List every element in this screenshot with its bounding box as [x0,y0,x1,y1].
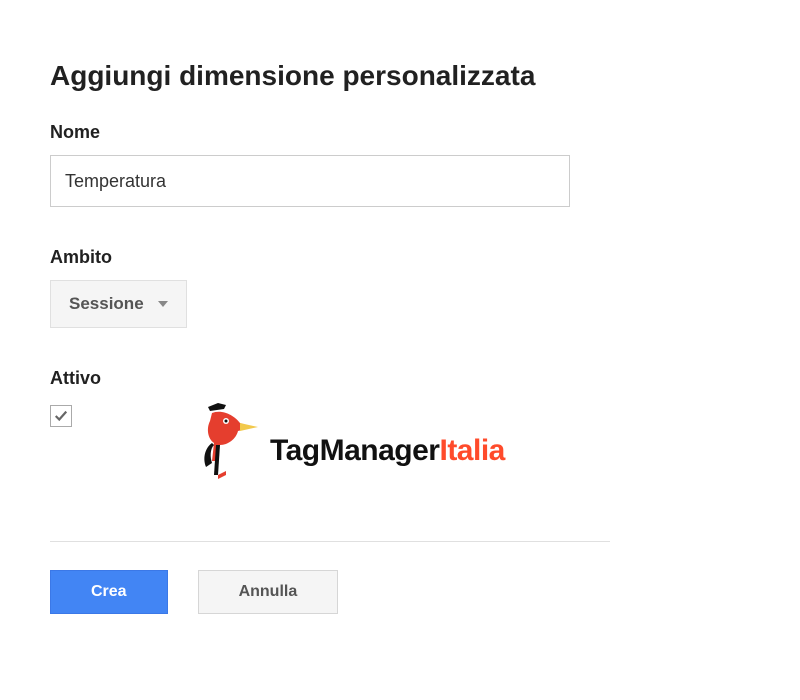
cancel-button[interactable]: Annulla [198,570,339,614]
logo-text: TagManagerItalia [270,434,505,468]
brand-logo: TagManagerItalia [192,401,505,501]
name-label: Nome [50,122,750,143]
active-section: Attivo TagManagerItalia [50,368,750,501]
logo-accent: Italia [439,434,504,467]
name-section: Nome [50,122,750,207]
button-row: Crea Annulla [50,570,750,614]
page-title: Aggiungi dimensione personalizzata [50,60,750,92]
active-label: Attivo [50,368,750,389]
create-button[interactable]: Crea [50,570,168,614]
logo-main: TagManager [270,434,439,467]
woodpecker-icon [192,401,262,501]
name-input[interactable] [50,155,570,207]
checkmark-icon [54,409,68,423]
divider [50,541,610,542]
scope-dropdown[interactable]: Sessione [50,280,187,328]
scope-section: Ambito Sessione [50,247,750,328]
scope-label: Ambito [50,247,750,268]
chevron-down-icon [158,301,168,307]
scope-selected: Sessione [69,294,144,314]
active-checkbox[interactable] [50,405,72,427]
